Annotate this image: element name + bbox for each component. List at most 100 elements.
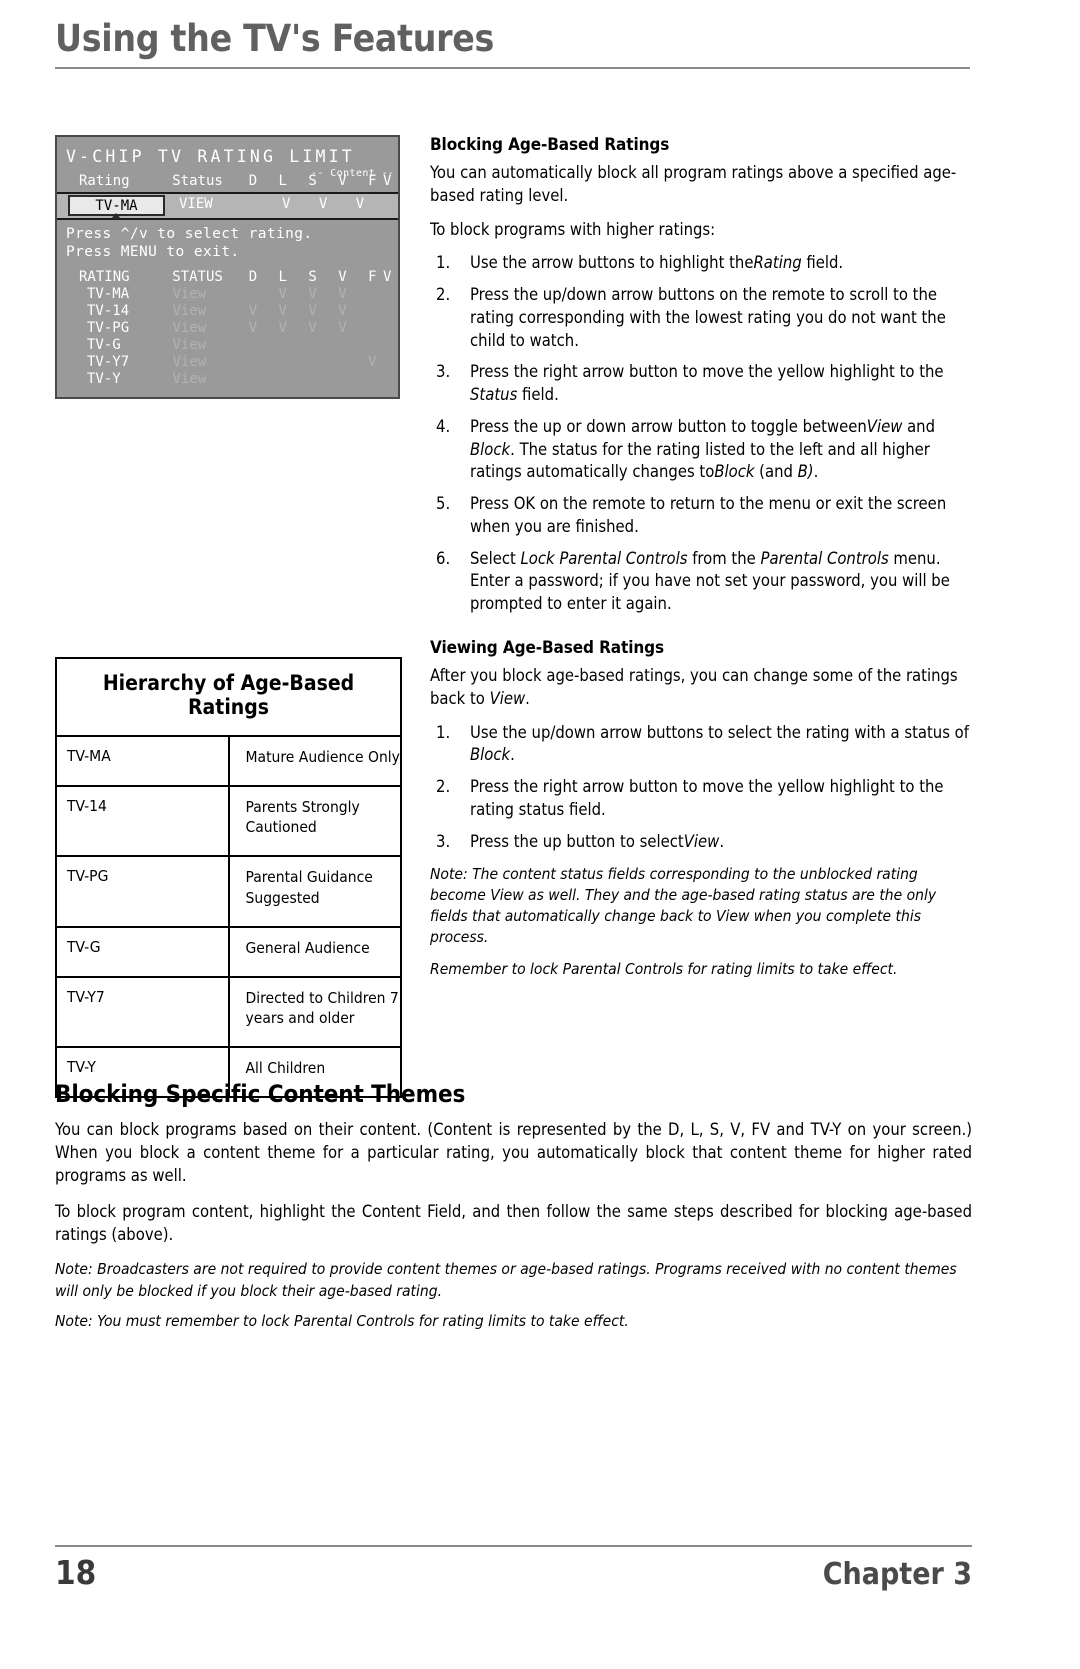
list-item: 3. Press the right arrow button to move t… <box>430 361 970 407</box>
osd-rating-row[interactable]: TV-G View <box>57 337 398 353</box>
blocking-age-heading: Blocking Age-Based Ratings <box>430 135 670 155</box>
list-item: 1. Use the arrow buttons to highlight the… <box>430 252 970 275</box>
list-item: 1. Use the up/down arrow buttons to selec… <box>430 722 970 768</box>
rating-code: TV-PG <box>55 855 230 928</box>
step-number: 4. <box>436 416 451 436</box>
page-header: Using the TV's Features <box>55 17 970 69</box>
step-text-pre: Press OK on the remote to return to the … <box>470 494 947 536</box>
osd-rating-row[interactable]: TV-PG View V V V V <box>57 320 398 336</box>
step-emphasis: Block <box>470 745 511 765</box>
osd-row-rating: TV-MA <box>87 286 130 303</box>
list-item: 4. Press the up or down arrow button to t… <box>430 416 970 484</box>
viewing-intro-post: . <box>525 688 530 708</box>
viewing-age-intro: After you block age-based ratings, you c… <box>430 665 970 711</box>
osd-row-rating: TV-Y <box>87 371 121 388</box>
osd-rating-row[interactable]: TV-Y View <box>57 371 398 387</box>
osd-subheader-row: RATING STATUS D L S V FV <box>57 269 398 285</box>
step-number: 1. <box>436 253 451 273</box>
step-emphasis: Block <box>714 462 755 482</box>
osd-row-status: View <box>172 354 207 371</box>
osd-subheader-flags: D L S V FV <box>248 269 398 286</box>
osd-row-status: View <box>172 303 207 320</box>
step-text-mid3: (and <box>754 462 798 482</box>
step-text-post: field. <box>801 253 844 273</box>
step-emphasis: Block <box>470 439 511 459</box>
osd-row-rating: TV-Y7 <box>87 354 130 371</box>
step-text-pre: Press the up or down arrow button to tog… <box>470 416 867 436</box>
blocking-content-section: Blocking Specific Content Themes You can… <box>55 1080 972 1342</box>
page-title: Using the TV's Features <box>55 17 495 60</box>
step-text-pre: Press the right arrow button to move the… <box>470 362 944 382</box>
osd-row-flags: V V V V <box>248 303 398 320</box>
footer-divider <box>55 1545 972 1547</box>
manual-page: Using the TV's Features V-CHIP TV RATING… <box>0 0 1080 1669</box>
blocking-age-steps: 1. Use the arrow buttons to highlight the… <box>430 252 970 616</box>
step-number: 1. <box>436 722 451 742</box>
osd-row-flags: V V V V <box>248 320 398 337</box>
rating-description: Mature Audience Only <box>227 734 402 788</box>
osd-row-status: View <box>172 371 207 388</box>
step-emphasis: Parental Controls <box>760 548 889 568</box>
osd-selected-status[interactable]: VIEW <box>179 196 213 212</box>
osd-subheader-status: STATUS <box>172 269 223 286</box>
step-text-post: . <box>510 745 515 765</box>
osd-row-flags: V <box>248 354 398 371</box>
step-emphasis: View <box>866 416 903 436</box>
osd-instruction-1: Press ^/v to select rating. <box>66 226 313 242</box>
step-number: 3. <box>436 362 451 382</box>
step-number: 2. <box>436 285 451 305</box>
osd-row-status: View <box>172 286 207 303</box>
osd-row-rating: TV-G <box>87 337 121 354</box>
list-item: 5. Press OK on the remote to return to th… <box>430 493 970 539</box>
step-text-post: field. <box>517 385 559 405</box>
osd-header-rating: Rating <box>79 173 130 189</box>
step-text-pre: Select <box>470 548 521 568</box>
step-text-mid2: . The status for the rating listed to th… <box>470 439 930 482</box>
left-column: V-CHIP TV RATING LIMIT -- Content -- Rat… <box>55 135 405 400</box>
step-text-pre: Press the up button to select <box>470 831 684 851</box>
osd-row-flags <box>249 337 398 353</box>
list-item: 2. Press the up/down arrow buttons on the… <box>430 284 970 352</box>
right-column: Blocking Age-Based Ratings You can autom… <box>430 135 970 991</box>
osd-row-rating: TV-14 <box>87 303 130 320</box>
chapter-label: Chapter 3 <box>822 1557 972 1592</box>
rating-code: TV-MA <box>55 734 230 788</box>
step-text-pre: Use the arrow buttons to highlight the <box>470 253 754 273</box>
osd-title: V-CHIP TV RATING LIMIT <box>66 147 355 166</box>
caret-up-icon <box>111 213 121 219</box>
step-number: 2. <box>436 777 451 797</box>
table-row: TV-14 Parents Strongly Cautioned <box>55 785 402 858</box>
rating-description: General Audience <box>227 925 402 978</box>
step-text-pre: Use the up/down arrow buttons to select … <box>470 722 969 742</box>
viewing-intro-emphasis: View <box>489 688 526 708</box>
rating-code: TV-Y7 <box>55 975 230 1049</box>
rating-code: TV-G <box>55 925 230 978</box>
blocking-content-note-1: Note: Broadcasters are not required to p… <box>55 1260 957 1300</box>
osd-content-label: -- Content -- <box>311 168 395 179</box>
osd-row-flags: V V V <box>248 286 398 303</box>
table-row: TV-MA Mature Audience Only <box>55 734 402 788</box>
step-emphasis: Rating <box>753 253 802 273</box>
osd-rating-row[interactable]: TV-MA View V V V <box>57 286 398 302</box>
blocking-content-paragraph-2: To block program content, highlight the … <box>55 1202 972 1245</box>
blocking-age-lead: To block programs with higher ratings: <box>430 219 716 239</box>
hierarchy-table-wrapper: Hierarchy of Age-Based Ratings TV-MA Mat… <box>55 657 402 1099</box>
osd-selected-row[interactable]: TV-MA VIEW V V V <box>57 192 398 220</box>
blocking-content-heading: Blocking Specific Content Themes <box>55 1080 466 1108</box>
osd-selected-flags[interactable]: V V V <box>282 196 374 212</box>
table-row: TV-Y7 Directed to Children 7 years and o… <box>55 975 402 1049</box>
list-item: 2. Press the right arrow button to move t… <box>430 776 970 822</box>
header-divider <box>55 66 970 69</box>
osd-row-status: View <box>172 337 207 354</box>
step-text-mid: from the <box>687 548 761 568</box>
osd-rating-row[interactable]: TV-14 View V V V V <box>57 303 398 319</box>
osd-rating-row[interactable]: TV-Y7 View V <box>57 354 398 370</box>
step-text-pre: Press the right arrow button to move the… <box>470 777 944 819</box>
blocking-content-paragraph-1: You can block programs based on their co… <box>55 1120 972 1186</box>
viewing-age-note-2: Remember to lock Parental Controls for r… <box>430 960 898 979</box>
step-text-mid: and <box>902 416 936 436</box>
step-number: 3. <box>436 831 451 851</box>
osd-row-status: View <box>172 320 207 337</box>
step-number: 5. <box>436 494 451 514</box>
osd-subheader-rating: RATING <box>79 269 130 286</box>
